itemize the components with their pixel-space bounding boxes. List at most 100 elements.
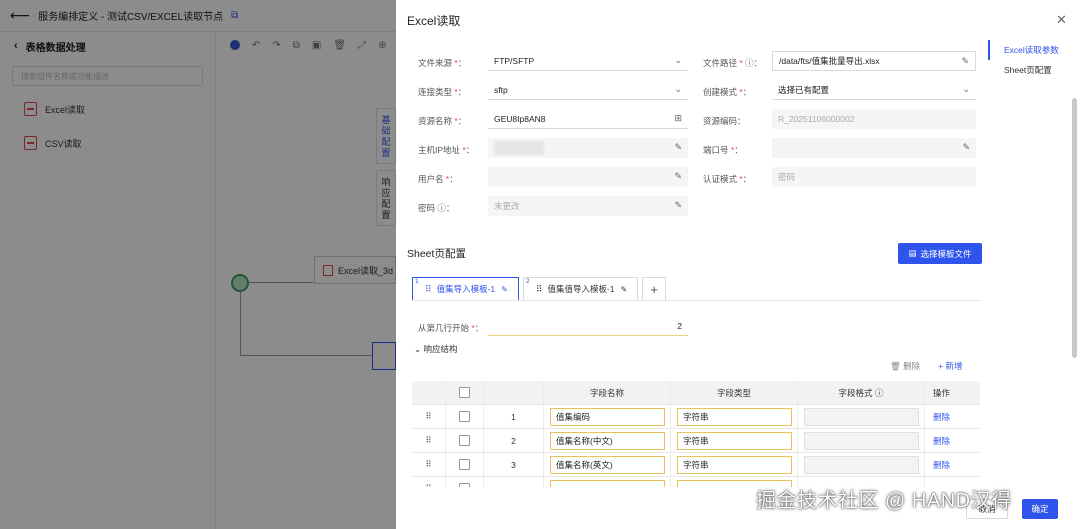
drag-handle-icon[interactable]: ⠿ (536, 284, 543, 295)
resource-name-label: 资源名称 *： (418, 116, 467, 126)
row-delete-link[interactable]: 删除 (933, 411, 950, 423)
close-icon[interactable]: ✕ (1056, 12, 1067, 28)
select-all-checkbox[interactable] (459, 387, 470, 398)
row-checkbox[interactable] (459, 459, 470, 470)
delete-rows-button[interactable]: 🗑 删除 (890, 360, 920, 372)
auth-mode-label: 认证模式 *： (703, 174, 752, 184)
field-type-select[interactable]: 字符串 (677, 455, 792, 474)
field-name-input[interactable] (550, 479, 665, 487)
field-name-input[interactable]: 值集编码 (550, 407, 665, 426)
anchor-nav: Excel读取参数 Sheet页配置 (988, 40, 1080, 80)
help-icon: ⓘ (745, 58, 754, 68)
password-value: 未更改 (494, 200, 520, 211)
field-format-input (804, 407, 919, 426)
row-delete-link[interactable]: 删除 (933, 459, 950, 471)
table-row: ⠿ 1 值集编码 字符串 删除 (412, 405, 980, 429)
row-checkbox[interactable] (459, 435, 470, 446)
edit-icon: ✎ (674, 171, 682, 181)
edit-icon[interactable]: ✎ (961, 56, 969, 67)
table-actions: 🗑 删除 + 新增 (890, 360, 963, 372)
drag-handle-icon[interactable]: ⠿ (425, 284, 432, 295)
conn-type-value: sftp (494, 84, 508, 95)
drag-handle-icon[interactable]: ⠿ (412, 429, 446, 452)
column-header: 字段类型 (671, 381, 798, 404)
create-mode-select[interactable]: 选择已有配置 ⌄ (772, 80, 976, 100)
chevron-down-icon: ⌄ (414, 344, 422, 354)
auth-mode-input: 密码 (772, 167, 976, 187)
file-path-label: 文件路径 * ⓘ： (703, 58, 763, 68)
tab-sheet-1[interactable]: 1 ⠿ 值集导入模板-1 ✎ (412, 277, 519, 301)
file-source-label: 文件来源 *： (418, 58, 467, 68)
add-row-button[interactable]: + 新增 (938, 360, 962, 372)
field-name-input[interactable]: 值集名称(中文) (550, 431, 665, 450)
scrollbar[interactable] (1072, 98, 1077, 358)
file-icon: ▤ (908, 248, 917, 258)
edit-icon: ✎ (674, 142, 682, 152)
resource-name-input[interactable]: GEU8Ip8AN8 ⊞ (488, 109, 688, 129)
edit-icon: ✎ (674, 200, 682, 210)
add-tab-button[interactable]: + (642, 277, 667, 301)
chevron-down-icon: ⌄ (962, 84, 970, 94)
auth-mode-value: 密码 (778, 171, 796, 182)
field-type-select[interactable]: 字符串 (677, 431, 792, 450)
node-config-drawer: Excel读取 ✕ Excel读取参数 Sheet页配置 文件来源 *： FTP… (396, 0, 1080, 529)
drag-handle-icon[interactable]: ⠿ (412, 405, 446, 428)
masked-value (494, 140, 544, 155)
modal-mask[interactable] (0, 0, 396, 529)
chevron-down-icon: ⌄ (674, 55, 682, 65)
response-structure-label: 响应结构 (423, 344, 458, 354)
tab-index: 1 (415, 278, 419, 285)
field-format-input (804, 455, 919, 474)
start-row-label: 从第几行开始 *： (418, 323, 484, 333)
anchor-excel-params[interactable]: Excel读取参数 (988, 40, 1080, 60)
field-format-input (804, 431, 919, 450)
field-type-select[interactable]: 字符串 (677, 407, 792, 426)
anchor-sheet-config[interactable]: Sheet页配置 (988, 60, 1080, 80)
choose-template-button[interactable]: ▤ 选择模板文件 (898, 243, 982, 264)
edit-icon[interactable]: ✎ (501, 285, 508, 294)
conn-type-label: 连接类型 *： (418, 87, 467, 97)
row-checkbox[interactable] (459, 483, 470, 487)
drag-handle-icon[interactable]: ⠿ (412, 477, 446, 487)
table-row: ⠿ 3 值集名称(英文) 字符串 删除 (412, 453, 980, 477)
trash-icon: 🗑 (890, 361, 901, 371)
response-structure-toggle[interactable]: ⌄ 响应结构 (414, 343, 458, 355)
file-path-input[interactable]: /data/fts/值集批量导出.xlsx ✎ (772, 51, 976, 71)
row-delete-link[interactable]: 删除 (933, 435, 950, 447)
file-source-select[interactable]: FTP/SFTP ⌄ (488, 51, 688, 71)
confirm-button[interactable]: 确定 (1022, 499, 1058, 519)
start-row-input[interactable]: 2 (488, 316, 688, 336)
edit-icon: ✎ (962, 142, 970, 152)
host-label: 主机IP地址 *： (418, 145, 475, 155)
tab-index: 2 (525, 278, 530, 285)
row-number: 1 (484, 405, 544, 428)
field-name-input[interactable]: 值集名称(英文) (550, 455, 665, 474)
password-label: 密码 ⓘ： (418, 203, 455, 213)
plus-icon: + (938, 361, 944, 371)
resource-name-value: GEU8Ip8AN8 (494, 113, 546, 124)
table-row: ⠿ 2 值集名称(中文) 字符串 删除 (412, 429, 980, 453)
choose-template-label: 选择模板文件 (920, 248, 972, 259)
username-label: 用户名 *： (418, 174, 458, 184)
row-checkbox[interactable] (459, 411, 470, 422)
row-number: 2 (484, 429, 544, 452)
resource-code-label: 资源编码： (703, 116, 746, 126)
row-number: 3 (484, 453, 544, 476)
field-table: 字段名称 字段类型 字段格式 ⓘ 操作 ⠿ 1 值集编码 字符串 删除 ⠿ 2 … (412, 381, 980, 487)
conn-type-select[interactable]: sftp ⌄ (488, 80, 688, 100)
port-input: ✎ (772, 138, 976, 158)
tab-sheet-2[interactable]: 2 ⠿ 值集值导入模板-1 ✎ (522, 277, 639, 301)
column-header: 字段名称 (544, 381, 671, 404)
lookup-icon[interactable]: ⊞ (674, 113, 682, 124)
file-source-value: FTP/SFTP (494, 55, 535, 66)
edit-icon[interactable]: ✎ (621, 285, 628, 294)
resource-code-value: R_20251106000002 (778, 113, 855, 124)
tab-label: 值集值导入模板-1 (547, 284, 615, 294)
tabs-divider (412, 300, 982, 301)
column-header: 操作 (933, 387, 951, 398)
create-mode-value: 选择已有配置 (778, 84, 830, 95)
port-label: 端口号 *： (703, 145, 743, 155)
column-header: 字段格式 ⓘ (798, 381, 925, 404)
start-row-value: 2 (677, 320, 682, 331)
drag-handle-icon[interactable]: ⠿ (412, 453, 446, 476)
